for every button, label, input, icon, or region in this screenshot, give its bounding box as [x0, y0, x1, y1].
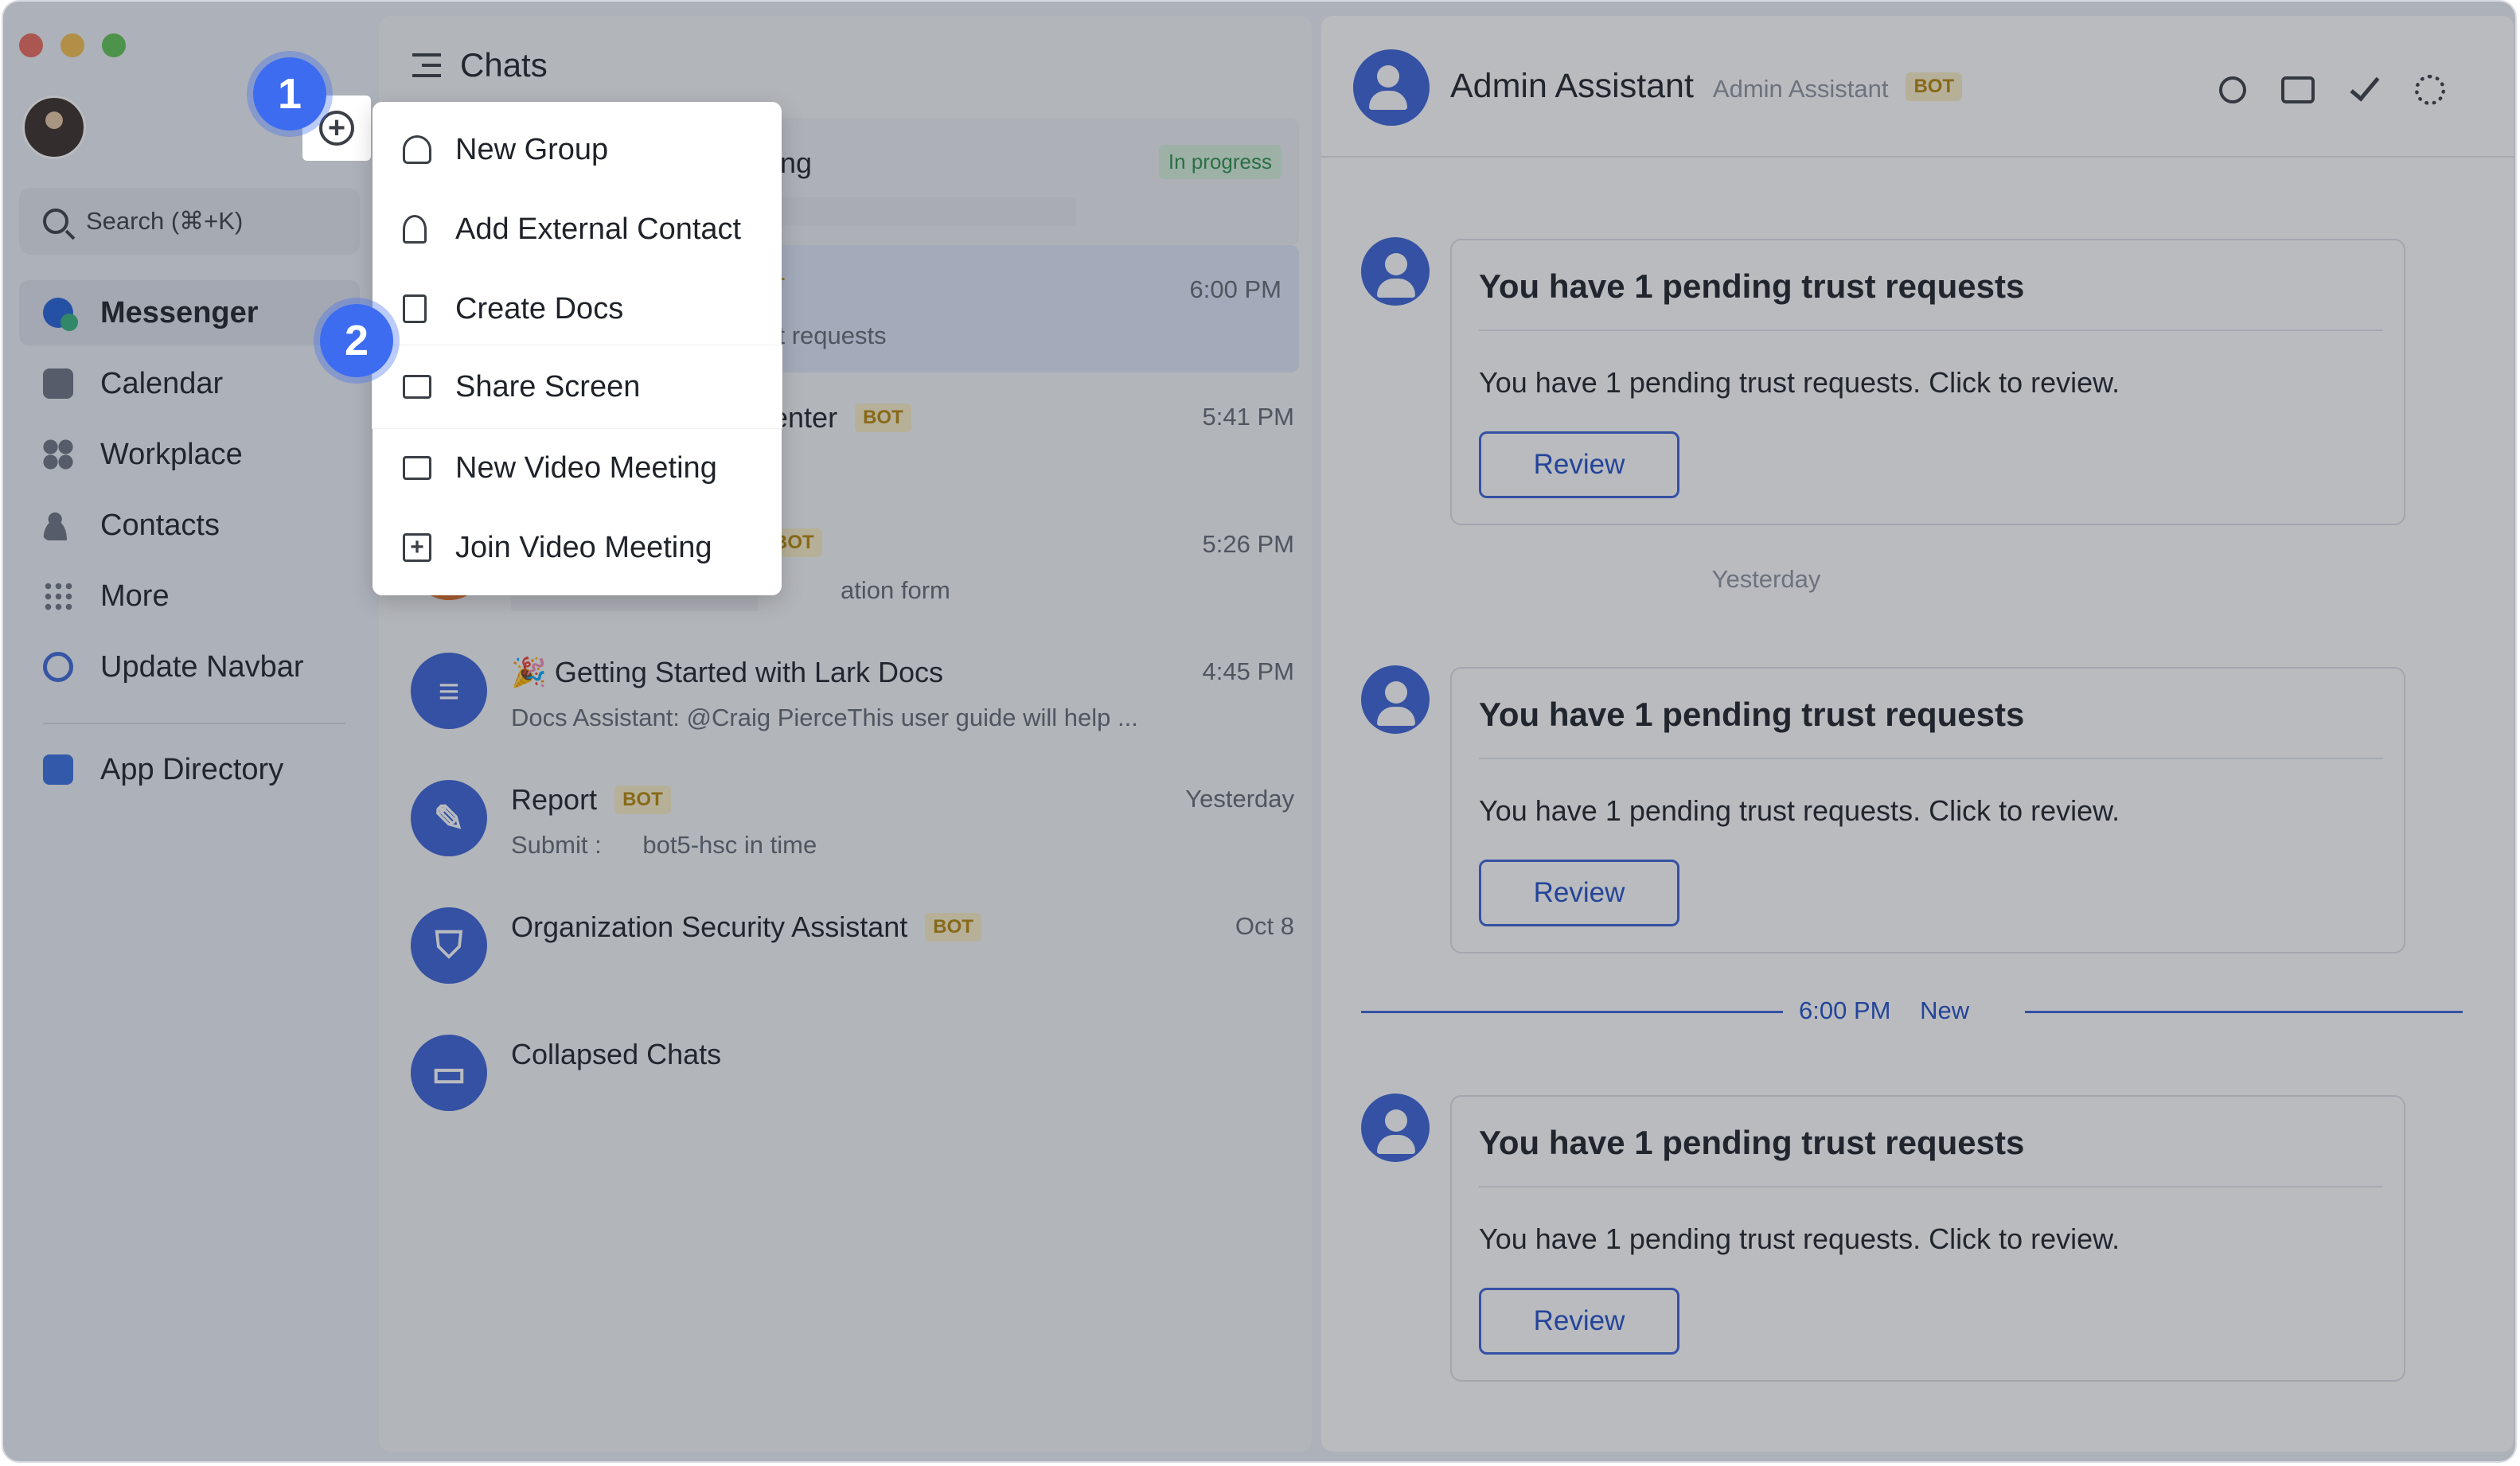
share-screen-icon	[403, 375, 431, 399]
menu-item-add-external-contact[interactable]: Add External Contact	[373, 188, 782, 271]
menu-item-label: Create Docs	[455, 291, 624, 326]
menu-item-new-video-meeting[interactable]: New Video Meeting	[373, 427, 782, 509]
menu-item-label: Add External Contact	[455, 212, 742, 246]
menu-item-label: New Group	[455, 132, 609, 166]
step-callout-2: 2	[320, 304, 393, 377]
menu-item-join-video-meeting[interactable]: + Join Video Meeting	[373, 506, 782, 589]
video-icon	[403, 456, 431, 480]
step-callout-1: 1	[253, 57, 326, 131]
create-menu: New Group Add External Contact Create Do…	[373, 102, 782, 595]
add-contact-icon	[403, 215, 427, 244]
add-circle-icon: +	[319, 111, 354, 146]
group-icon	[403, 135, 431, 164]
join-icon: +	[403, 533, 431, 562]
menu-item-label: Share Screen	[455, 369, 641, 404]
menu-item-share-screen[interactable]: Share Screen	[373, 345, 782, 428]
app-window: Search (⌘+K) Messenger Calendar Workplac…	[2, 0, 2517, 1463]
menu-item-label: Join Video Meeting	[455, 530, 712, 564]
plus-icon: +	[319, 111, 354, 146]
create-docs-icon	[403, 294, 427, 323]
menu-item-label: New Video Meeting	[455, 450, 717, 485]
menu-item-create-docs[interactable]: Create Docs	[373, 267, 782, 350]
menu-item-new-group[interactable]: New Group	[373, 108, 782, 191]
